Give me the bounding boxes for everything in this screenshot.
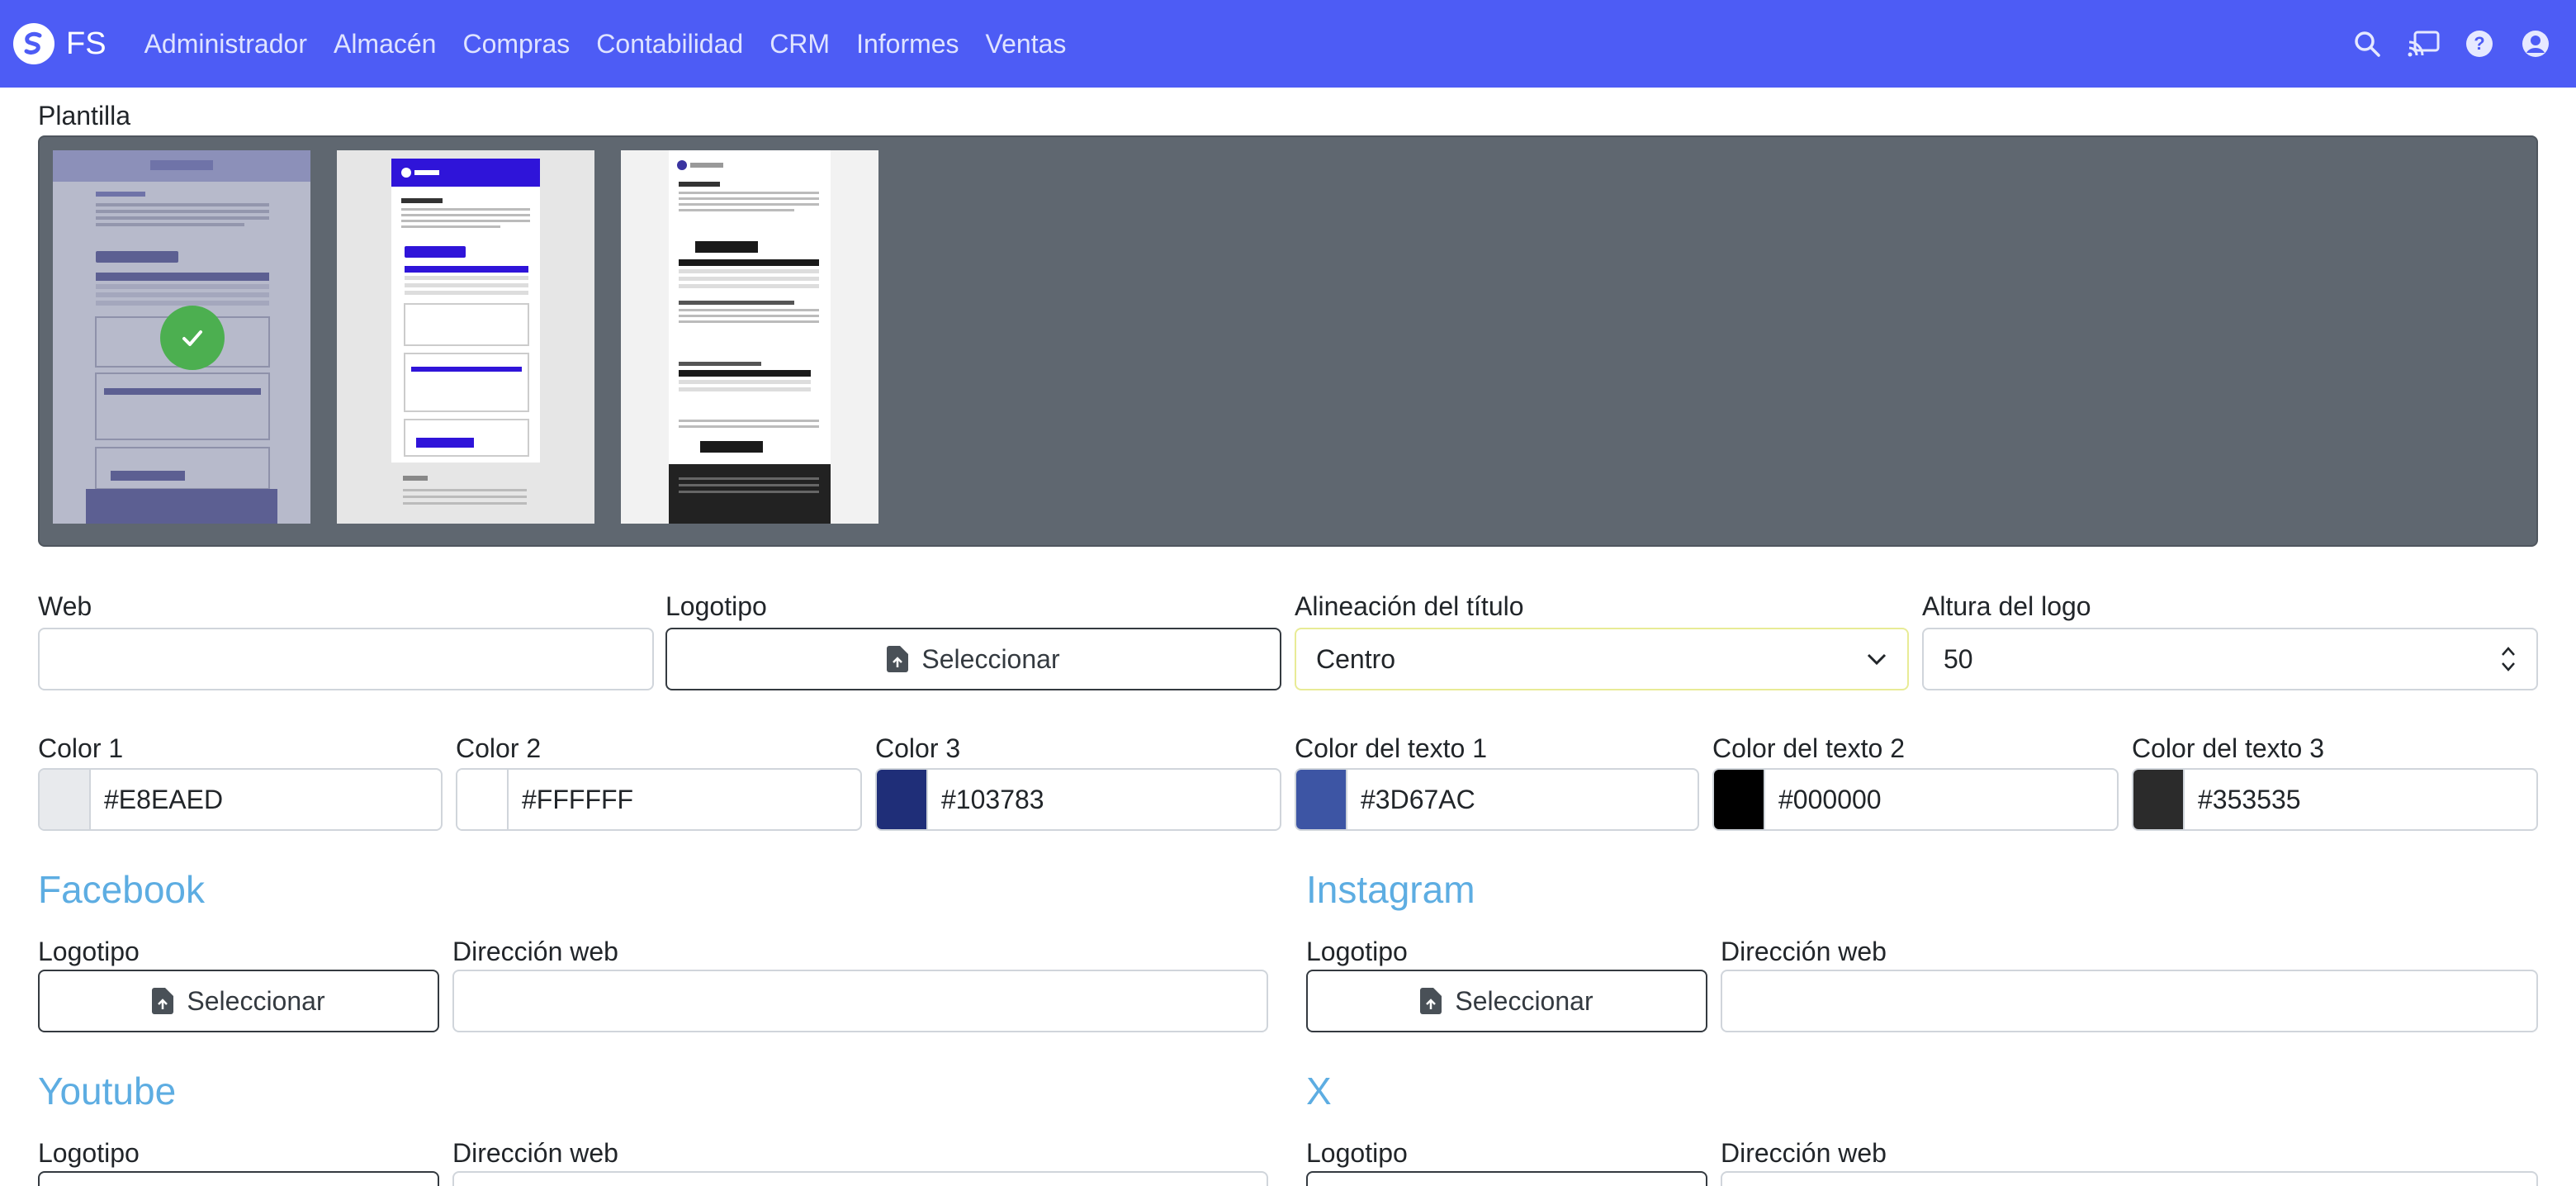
youtube-url-label: Dirección web: [452, 1138, 618, 1168]
spinner-arrows-icon[interactable]: [2500, 644, 2517, 674]
facebook-logo-select-button[interactable]: Seleccionar: [38, 970, 439, 1032]
color-2-swatch[interactable]: [457, 770, 509, 829]
text-color-2-label: Color del texto 2: [1712, 733, 1906, 763]
brand-logo-icon: [13, 23, 54, 64]
template-label: Plantilla: [38, 101, 131, 130]
cast-icon[interactable]: [2403, 23, 2444, 64]
x-logo-select-button[interactable]: [1306, 1171, 1707, 1186]
facebook-logo-label: Logotipo: [38, 937, 140, 966]
selected-check-icon: [160, 306, 225, 370]
x-url-input[interactable]: [1721, 1171, 2538, 1186]
template-gallery: [38, 135, 2538, 547]
text-color-1-field: #3D67AC: [1295, 768, 1699, 831]
x-url-label: Dirección web: [1721, 1138, 1887, 1168]
color-1-swatch[interactable]: [40, 770, 91, 829]
top-navbar: FS Administrador Almacén Compras Contabi…: [0, 0, 2576, 88]
main-menu: Administrador Almacén Compras Contabilid…: [144, 29, 1093, 59]
web-input[interactable]: [38, 628, 654, 690]
instagram-logo-label: Logotipo: [1306, 937, 1408, 966]
text-color-3-label: Color del texto 3: [2132, 733, 2325, 763]
title-alignment-value: Centro: [1316, 643, 1396, 674]
search-icon[interactable]: [2346, 23, 2388, 64]
text-color-3-input[interactable]: #353535: [2185, 770, 2536, 829]
instagram-url-input[interactable]: [1721, 970, 2538, 1032]
facebook-url-input[interactable]: [452, 970, 1268, 1032]
instagram-logo-select-button[interactable]: Seleccionar: [1306, 970, 1707, 1032]
title-alignment-label: Alineación del título: [1295, 591, 1524, 621]
color-3-input[interactable]: #103783: [928, 770, 1280, 829]
color-1-input[interactable]: #E8EAED: [91, 770, 441, 829]
logo-height-label: Altura del logo: [1922, 591, 2091, 621]
menu-informes[interactable]: Informes: [856, 29, 959, 59]
file-upload-icon: [887, 646, 909, 672]
title-alignment-select[interactable]: Centro: [1295, 628, 1909, 690]
menu-contabilidad[interactable]: Contabilidad: [596, 29, 743, 59]
color-2-field: #FFFFFF: [456, 768, 862, 831]
color-2-label: Color 2: [456, 733, 542, 763]
facebook-url-label: Dirección web: [452, 937, 618, 966]
text-color-2-swatch[interactable]: [1714, 770, 1765, 829]
menu-ventas[interactable]: Ventas: [986, 29, 1067, 59]
menu-crm[interactable]: CRM: [769, 29, 830, 59]
color-3-swatch[interactable]: [877, 770, 928, 829]
menu-administrador[interactable]: Administrador: [144, 29, 307, 59]
youtube-logo-label: Logotipo: [38, 1138, 140, 1168]
user-icon[interactable]: [2515, 23, 2556, 64]
color-2-input[interactable]: #FFFFFF: [509, 770, 860, 829]
logo-select-button[interactable]: Seleccionar: [665, 628, 1281, 690]
x-section-title: X: [1306, 1070, 1332, 1112]
web-label: Web: [38, 591, 92, 621]
menu-compras[interactable]: Compras: [462, 29, 570, 59]
svg-text:?: ?: [2474, 33, 2484, 54]
instagram-logo-select-label: Seleccionar: [1455, 985, 1593, 1016]
x-logo-label: Logotipo: [1306, 1138, 1408, 1168]
logo-label: Logotipo: [665, 591, 767, 621]
text-color-3-swatch[interactable]: [2133, 770, 2185, 829]
facebook-section-title: Facebook: [38, 868, 206, 911]
instagram-url-label: Dirección web: [1721, 937, 1887, 966]
text-color-1-input[interactable]: #3D67AC: [1347, 770, 1698, 829]
chevron-down-icon: [1867, 653, 1887, 666]
color-1-field: #E8EAED: [38, 768, 443, 831]
template-thumbnail-3[interactable]: [621, 150, 878, 524]
brand-name: FS: [66, 26, 107, 61]
text-color-1-swatch[interactable]: [1296, 770, 1347, 829]
logo-height-input[interactable]: 50: [1922, 628, 2538, 690]
logo-select-label: Seleccionar: [921, 643, 1060, 674]
help-icon[interactable]: ?: [2459, 23, 2500, 64]
youtube-section-title: Youtube: [38, 1070, 177, 1112]
text-color-2-input[interactable]: #000000: [1765, 770, 2117, 829]
youtube-url-input[interactable]: [452, 1171, 1268, 1186]
file-upload-icon: [152, 988, 174, 1014]
text-color-2-field: #000000: [1712, 768, 2119, 831]
text-color-1-label: Color del texto 1: [1295, 733, 1488, 763]
logo-height-value: 50: [1944, 643, 1973, 674]
youtube-logo-select-button[interactable]: [38, 1171, 439, 1186]
color-1-label: Color 1: [38, 733, 124, 763]
color-3-field: #103783: [875, 768, 1281, 831]
menu-almacen[interactable]: Almacén: [334, 29, 437, 59]
template-thumbnail-2[interactable]: [337, 150, 594, 524]
text-color-3-field: #353535: [2132, 768, 2538, 831]
template-thumbnail-1[interactable]: [53, 150, 310, 524]
facebook-logo-select-label: Seleccionar: [187, 985, 325, 1016]
brand[interactable]: FS: [13, 23, 107, 64]
file-upload-icon: [1420, 988, 1442, 1014]
instagram-section-title: Instagram: [1306, 868, 1475, 911]
color-3-label: Color 3: [875, 733, 961, 763]
navbar-actions: ?: [2332, 23, 2556, 64]
